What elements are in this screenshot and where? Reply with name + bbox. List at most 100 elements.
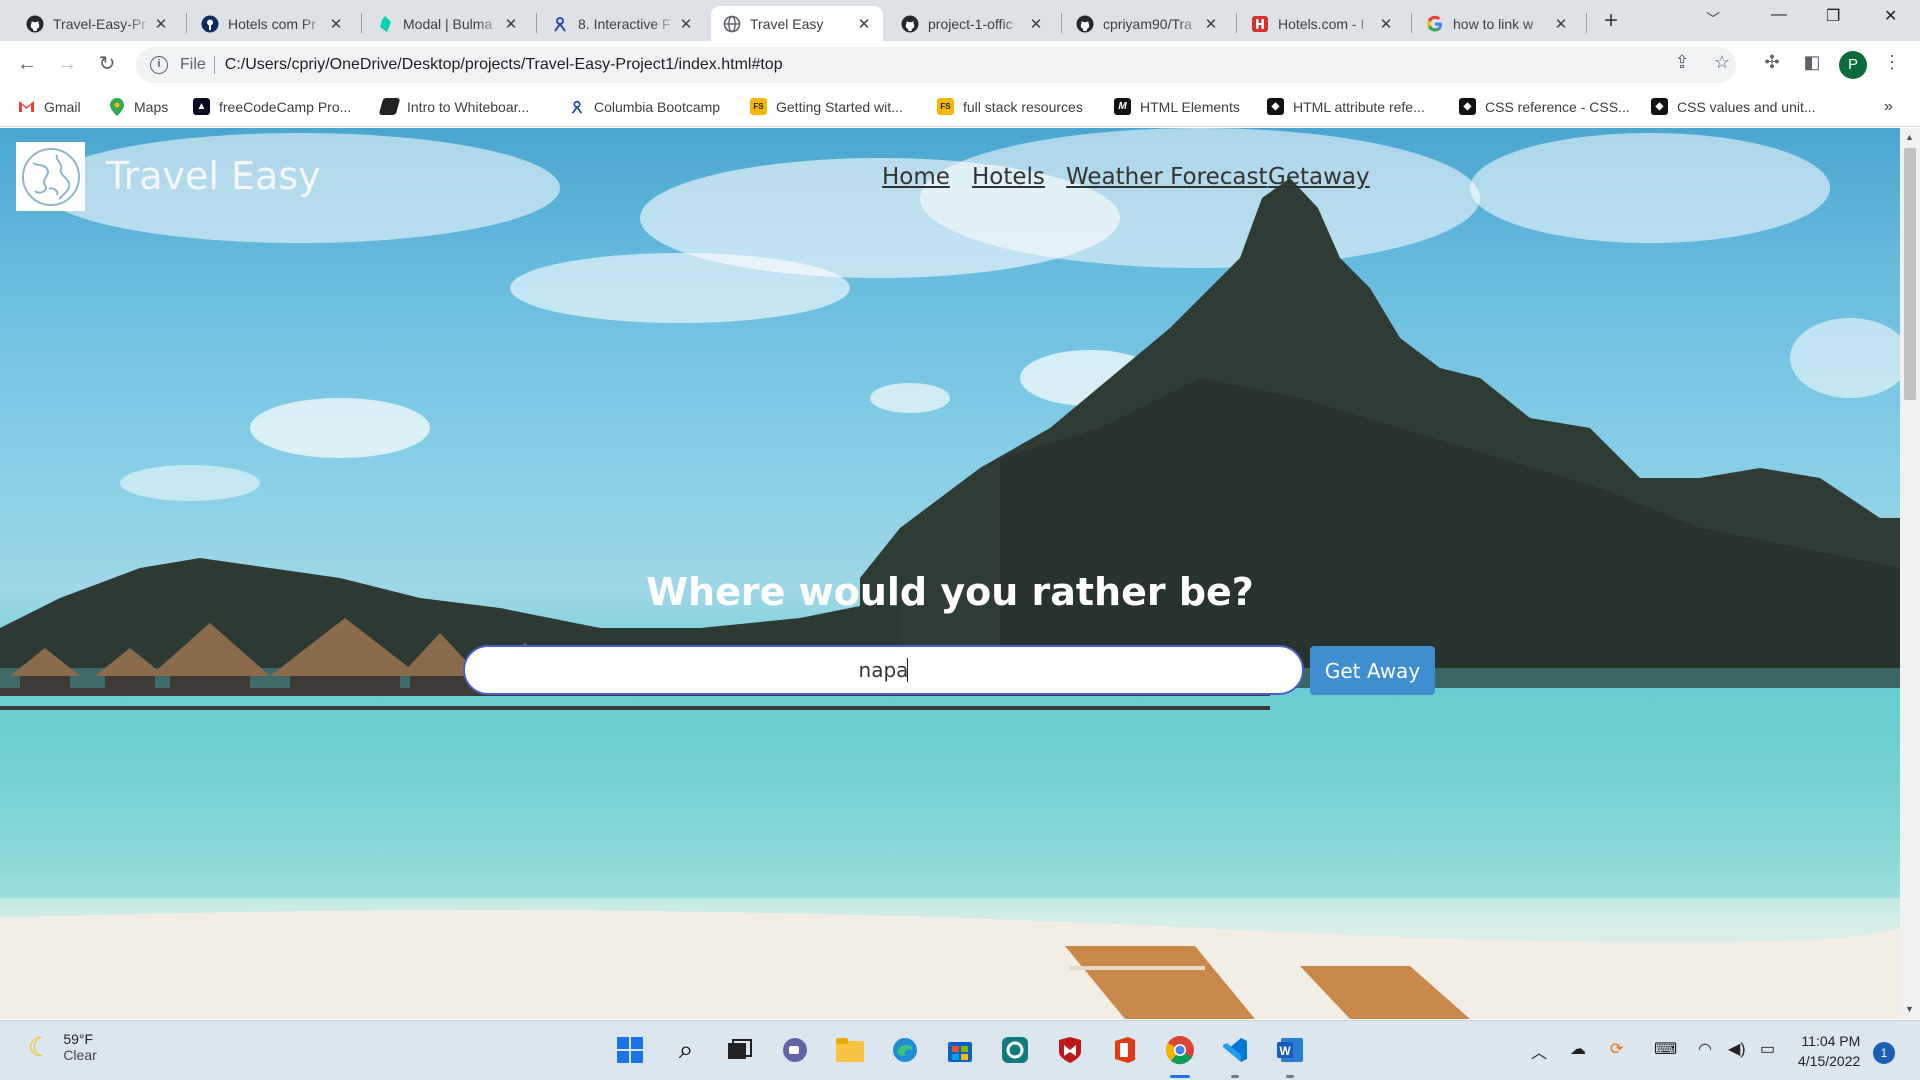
bookmark-maps[interactable]: Maps [108, 97, 168, 116]
address-bar[interactable]: i File C:/Users/cpriy/OneDrive/Desktop/p… [136, 47, 1736, 83]
hero-section: Travel Easy Home Hotels Weather Forecast… [0, 128, 1900, 1019]
office-icon[interactable] [1109, 1034, 1141, 1066]
forward-arrow-icon[interactable]: → [54, 52, 80, 78]
browser-tab[interactable]: Travel-Easy-Pr ✕ [14, 6, 180, 41]
close-window-icon[interactable]: ✕ [1884, 6, 1897, 26]
bookmark-freecodecamp[interactable]: ▲ freeCodeCamp Pro... [193, 98, 351, 115]
site-info-icon[interactable]: i [150, 56, 168, 74]
side-panel-icon[interactable]: ◧ [1800, 52, 1824, 76]
destination-search-input[interactable] [463, 645, 1304, 695]
teams-chat-icon[interactable] [779, 1034, 811, 1066]
close-tab-icon[interactable]: ✕ [1202, 15, 1220, 33]
profile-avatar[interactable]: P [1839, 51, 1867, 79]
github-icon [1076, 15, 1094, 33]
microsoft-store-icon[interactable] [944, 1034, 976, 1066]
scroll-up-arrow-icon[interactable]: ▲ [1905, 132, 1914, 142]
search-icon[interactable]: ⌕ [670, 1034, 702, 1066]
onedrive-cloud-icon[interactable]: ☁ [1570, 1039, 1586, 1059]
bookmark-css-values[interactable]: ◆ CSS values and unit... [1651, 98, 1816, 115]
bookmark-css-reference[interactable]: ◆ CSS reference - CSS... [1459, 98, 1630, 115]
nav-link-weather-forecast[interactable]: Weather Forecast [1066, 164, 1267, 190]
back-arrow-icon[interactable]: ← [14, 52, 40, 78]
globe-icon [723, 15, 741, 33]
file-explorer-icon[interactable] [834, 1034, 866, 1066]
wifi-icon[interactable]: ◠ [1698, 1039, 1712, 1059]
bookmark-getting-started[interactable]: FS Getting Started wit... [750, 98, 903, 115]
extensions-puzzle-icon[interactable]: ✣ [1760, 52, 1784, 76]
close-tab-icon[interactable]: ✕ [327, 15, 345, 33]
globe-logo-icon [21, 147, 80, 206]
bookmark-html-attribute[interactable]: ◆ HTML attribute refe... [1267, 98, 1425, 115]
minimize-icon[interactable]: — [1771, 6, 1787, 24]
bookmark-label: full stack resources [963, 98, 1083, 115]
get-away-button[interactable]: Get Away [1310, 646, 1435, 695]
menu-kebab-icon[interactable]: ⋮ [1880, 52, 1904, 76]
browser-tab[interactable]: Hotels com Pr ✕ [189, 6, 355, 41]
bookmark-columbia-bootcamp[interactable]: Columbia Bootcamp [568, 98, 720, 115]
notification-badge[interactable]: 1 [1873, 1042, 1895, 1064]
more-bookmarks-button[interactable]: » [1884, 98, 1893, 116]
tab-title: how to link w [1453, 15, 1534, 32]
browser-tab[interactable]: project-1-offic ✕ [889, 6, 1055, 41]
browser-tab[interactable]: Hotels.com - I ✕ [1239, 6, 1405, 41]
app-icon[interactable] [999, 1034, 1031, 1066]
bookmark-whiteboard[interactable]: Intro to Whiteboar... [378, 98, 529, 115]
edge-browser-icon[interactable] [889, 1034, 921, 1066]
scrollbar-thumb[interactable] [1904, 148, 1916, 400]
windows-start-icon[interactable] [614, 1034, 646, 1066]
w3-icon: ◆ [1267, 98, 1284, 115]
whiteboard-icon [378, 98, 401, 115]
w3-icon: ◆ [1651, 98, 1668, 115]
close-tab-icon[interactable]: ✕ [1552, 15, 1570, 33]
bookmark-html-elements[interactable]: M HTML Elements [1114, 98, 1240, 115]
tab-search-chevron-icon[interactable]: ﹀ [1706, 9, 1720, 29]
tab-title: Hotels com Pr [228, 15, 316, 32]
nav-link-getaway[interactable]: Getaway [1268, 164, 1370, 190]
nav-link-hotels[interactable]: Hotels [972, 164, 1045, 190]
weather-temperature: 59°F [63, 1031, 94, 1047]
page-scrollbar[interactable]: ▲ ▼ [1900, 128, 1920, 1019]
task-view-icon[interactable] [724, 1034, 756, 1066]
bookmark-label: CSS values and unit... [1677, 98, 1816, 115]
scroll-down-arrow-icon[interactable]: ▼ [1905, 1004, 1914, 1014]
site-logo[interactable] [16, 142, 85, 211]
bookmark-star-icon[interactable]: ☆ [1710, 52, 1734, 76]
mcafee-icon[interactable] [1054, 1034, 1086, 1066]
close-tab-icon[interactable]: ✕ [1377, 15, 1395, 33]
browser-tab-active[interactable]: Travel Easy ✕ [711, 6, 883, 41]
browser-tab[interactable]: how to link w ✕ [1414, 6, 1580, 41]
reload-icon[interactable]: ↻ [94, 52, 120, 78]
tab-title: cpriyam90/Tra [1103, 15, 1192, 32]
close-tab-icon[interactable]: ✕ [152, 15, 170, 33]
battery-icon[interactable]: ▭ [1760, 1039, 1775, 1059]
restore-icon[interactable]: ❐ [1826, 6, 1840, 26]
system-clock[interactable]: 11:04 PM 4/15/2022 [1798, 1031, 1860, 1071]
close-tab-icon[interactable]: ✕ [855, 15, 873, 33]
chrome-icon[interactable] [1164, 1034, 1196, 1066]
nav-link-home[interactable]: Home [882, 164, 950, 190]
tab-separator [1061, 13, 1062, 33]
keyboard-icon[interactable]: ⌨ [1654, 1039, 1677, 1059]
close-tab-icon[interactable]: ✕ [1027, 15, 1045, 33]
bookmark-gmail[interactable]: Gmail [18, 98, 81, 115]
browser-tab[interactable]: 8. Interactive F ✕ [539, 6, 705, 41]
word-icon[interactable]: W [1274, 1034, 1306, 1066]
url-text[interactable]: C:/Users/cpriy/OneDrive/Desktop/projects… [225, 56, 783, 74]
share-icon[interactable]: ⇪ [1670, 52, 1694, 76]
sync-icon[interactable]: ⟳ [1610, 1039, 1623, 1059]
new-tab-button[interactable]: + [1597, 8, 1625, 36]
close-tab-icon[interactable]: ✕ [502, 15, 520, 33]
bookmark-full-stack[interactable]: FS full stack resources [937, 98, 1083, 115]
volume-icon[interactable]: ◀) [1728, 1039, 1746, 1059]
show-hidden-icons-chevron-icon[interactable]: ︿ [1531, 1039, 1547, 1063]
vscode-icon[interactable] [1219, 1034, 1251, 1066]
tab-title: Modal | Bulma [403, 15, 493, 32]
browser-tab[interactable]: cpriyam90/Tra ✕ [1064, 6, 1230, 41]
tab-title: Travel-Easy-Pr [53, 15, 146, 32]
close-tab-icon[interactable]: ✕ [677, 15, 695, 33]
browser-tab[interactable]: Modal | Bulma ✕ [364, 6, 530, 41]
moon-icon: ☾ [28, 1031, 52, 1062]
tab-separator [361, 13, 362, 33]
windows-taskbar: ☾ 59°F Clear ⌕ W ︿ ☁ ⟳ ⌨ ◠ ◀) ▭ 11:04 PM… [0, 1020, 1920, 1080]
weather-widget[interactable]: ☾ 59°F Clear [28, 1031, 97, 1063]
